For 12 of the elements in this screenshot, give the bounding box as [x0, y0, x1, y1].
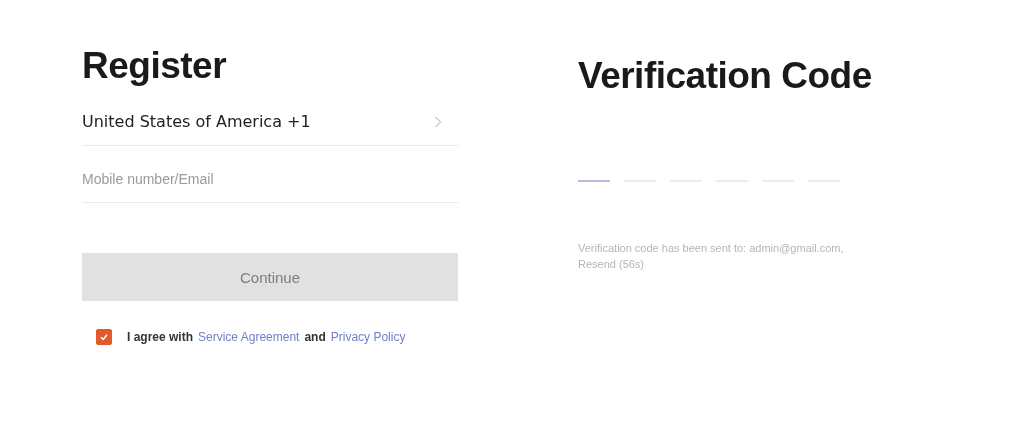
agreement-text: and — [304, 330, 326, 344]
privacy-policy-link[interactable]: Privacy Policy — [330, 330, 406, 344]
code-sent-message: Verification code has been sent to: admin@gmail.com, — [578, 241, 845, 256]
chevron-right-icon — [434, 115, 442, 128]
verification-title: Verification Code — [578, 54, 873, 98]
country-selector[interactable]: United States of America +1 — [82, 98, 458, 146]
service-agreement-link[interactable]: Service Agreement — [198, 330, 300, 344]
resend-link[interactable]: Resend (56s) — [578, 256, 645, 272]
register-title: Register — [82, 44, 228, 88]
agreement-checkbox[interactable] — [96, 329, 112, 345]
checkmark-icon — [99, 332, 109, 342]
agreement-text: I agree with — [127, 330, 194, 344]
